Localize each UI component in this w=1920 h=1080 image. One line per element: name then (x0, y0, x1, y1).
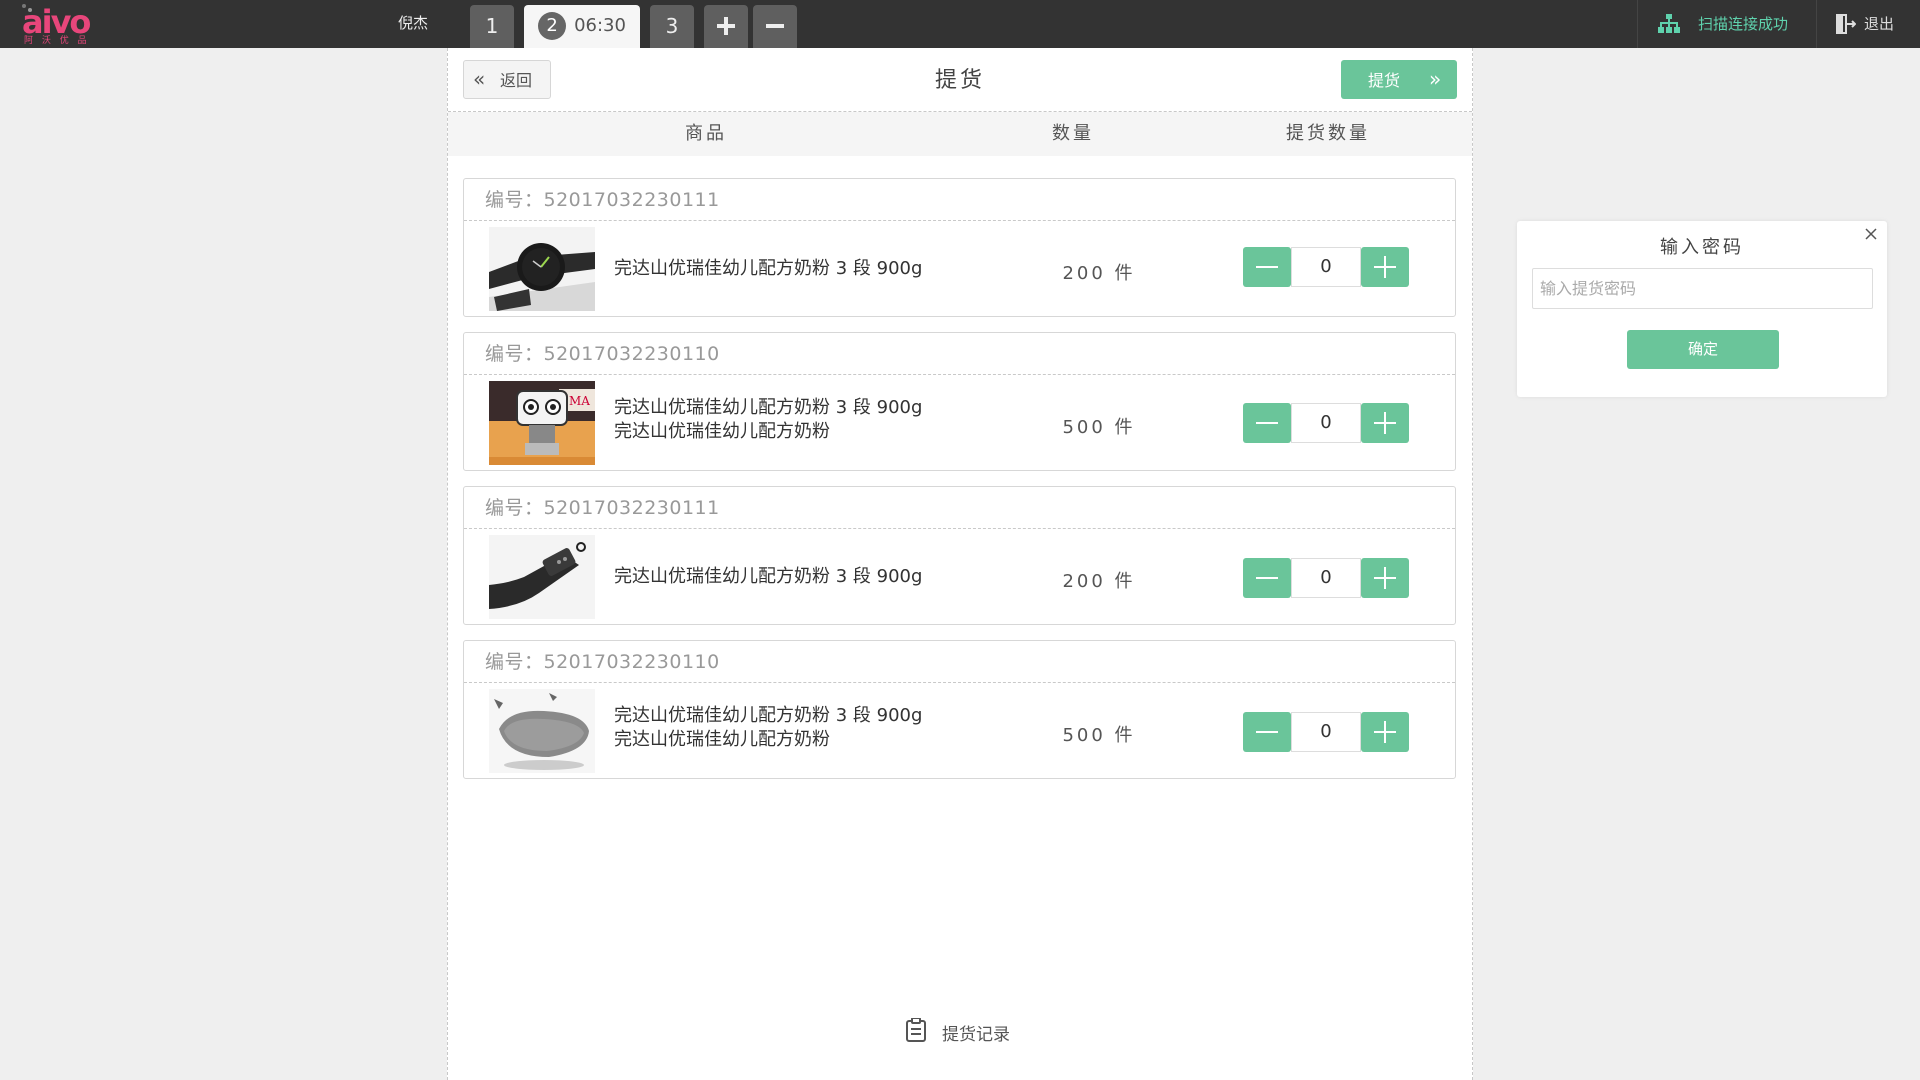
item-name: 完达山优瑞佳幼儿配方奶粉 3 段 900g (614, 566, 923, 587)
tab-1[interactable]: 1 (470, 5, 514, 48)
item-code: 编号：52017032230110 (464, 641, 1455, 683)
tab-2-active[interactable]: 2 06:30 (524, 5, 640, 48)
pick-quantity-input[interactable]: 0 (1291, 558, 1361, 598)
pickup-panel: « 返回 提货 提货 » 商品 数量 提货数量 编号：5201703223011… (447, 48, 1473, 1080)
column-header: 商品 数量 提货数量 (448, 112, 1472, 156)
minus-icon (1256, 577, 1278, 579)
tab-2-timer: 06:30 (574, 15, 626, 36)
minus-icon (1256, 731, 1278, 733)
logo: aivo 阿 沃 优 品 (22, 4, 94, 46)
password-input[interactable] (1532, 268, 1873, 309)
item-name-line-2: 完达山优瑞佳幼儿配方奶粉 (614, 421, 830, 442)
decrease-button[interactable] (1243, 403, 1291, 443)
quantity-stepper: 0 (1243, 558, 1409, 598)
product-image-watch (489, 227, 595, 311)
item-card: 编号：52017032230110 完达山优瑞佳幼儿配方奶粉 3 段 900g … (463, 640, 1456, 779)
item-card: 编号：52017032230111 完达山优瑞佳幼儿配方奶粉 3 段 900g … (463, 486, 1456, 625)
item-code: 编号：52017032230111 (464, 179, 1455, 221)
increase-button[interactable] (1361, 558, 1409, 598)
tab-2-number: 2 (538, 11, 567, 40)
product-image-vr-headset (489, 689, 595, 773)
logout-icon (1836, 14, 1856, 34)
increase-button[interactable] (1361, 712, 1409, 752)
pick-quantity-input[interactable]: 0 (1291, 403, 1361, 443)
item-code: 编号：52017032230111 (464, 487, 1455, 529)
increase-button[interactable] (1361, 403, 1409, 443)
item-quantity: 500 件 (1062, 725, 1136, 746)
logo-text: aivo (22, 3, 91, 41)
minus-icon (1256, 266, 1278, 268)
product-image-camera (489, 535, 595, 619)
pickup-button-label: 提货 (1368, 71, 1401, 90)
scan-status-label: 扫描连接成功 (1698, 15, 1789, 33)
add-tab-button[interactable] (704, 5, 748, 48)
pickup-button[interactable]: 提货 » (1341, 60, 1457, 99)
minus-icon (1256, 422, 1278, 424)
plus-icon (1374, 412, 1396, 434)
column-pick-quantity: 提货数量 (1286, 123, 1370, 144)
page-title: 提货 (934, 68, 985, 93)
tab-3[interactable]: 3 (650, 5, 694, 48)
item-name-line-2: 完达山优瑞佳幼儿配方奶粉 (614, 729, 830, 750)
close-icon[interactable] (1864, 227, 1878, 241)
network-icon (1658, 14, 1680, 33)
scan-status[interactable]: 扫描连接成功 (1637, 0, 1817, 48)
quantity-stepper: 0 (1243, 403, 1409, 443)
pickup-record-link[interactable]: 提货记录 (448, 1016, 1472, 1046)
pickup-record-label: 提货记录 (942, 1025, 1010, 1045)
column-quantity: 数量 (1052, 123, 1094, 144)
plus-icon (1374, 256, 1396, 278)
svg-text:MA: MA (569, 394, 590, 408)
item-card: 编号：52017032230110 MA 完达山优瑞佳幼儿配方奶粉 3 段 90… (463, 332, 1456, 471)
quantity-stepper: 0 (1243, 247, 1409, 287)
user-name: 倪杰 (398, 14, 429, 32)
top-bar: aivo 阿 沃 优 品 倪杰 1 2 06:30 3 扫描连接成功 退出 (0, 0, 1920, 48)
decrease-button[interactable] (1243, 247, 1291, 287)
increase-button[interactable] (1361, 247, 1409, 287)
item-quantity: 200 件 (1062, 263, 1136, 284)
remove-tab-button[interactable] (753, 5, 797, 48)
quantity-stepper: 0 (1243, 712, 1409, 752)
password-dialog: 输入密码 确定 (1517, 221, 1887, 397)
tab-3-label: 3 (665, 14, 679, 38)
item-name: 完达山优瑞佳幼儿配方奶粉 3 段 900g (614, 258, 923, 279)
column-product: 商品 (685, 123, 727, 144)
logo-subtitle: 阿 沃 优 品 (24, 36, 90, 46)
decrease-button[interactable] (1243, 558, 1291, 598)
pick-quantity-input[interactable]: 0 (1291, 247, 1361, 287)
clipboard-icon (906, 1018, 926, 1042)
dialog-title: 输入密码 (1660, 237, 1744, 258)
double-chevron-right-icon: » (1429, 67, 1442, 91)
plus-icon (1374, 567, 1396, 589)
panel-header: « 返回 提货 提货 » (448, 48, 1472, 112)
confirm-button[interactable]: 确定 (1627, 330, 1779, 369)
tab-1-label: 1 (485, 14, 499, 38)
item-card: 编号：52017032230111 完达山优瑞佳幼儿配方奶粉 3 段 900g … (463, 178, 1456, 317)
product-image-robot-toy: MA (489, 381, 595, 465)
pick-quantity-input[interactable]: 0 (1291, 712, 1361, 752)
item-code: 编号：52017032230110 (464, 333, 1455, 375)
item-quantity: 200 件 (1062, 571, 1136, 592)
plus-icon (717, 17, 735, 35)
item-quantity: 500 件 (1062, 417, 1136, 438)
logout-label: 退出 (1864, 15, 1895, 33)
plus-icon (1374, 721, 1396, 743)
minus-icon (766, 24, 784, 28)
decrease-button[interactable] (1243, 712, 1291, 752)
